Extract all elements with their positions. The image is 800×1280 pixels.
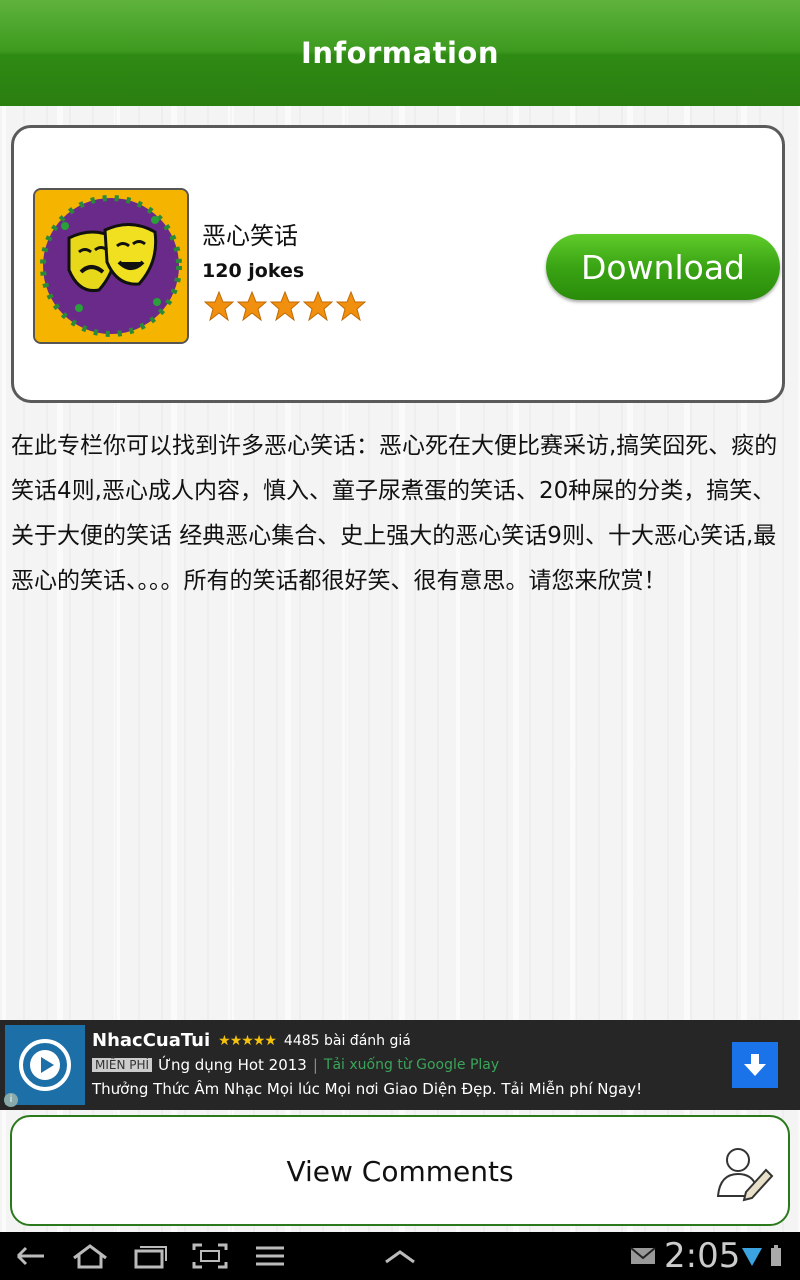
ad-app-name: NhacCuaTui [92,1030,211,1051]
ad-banner[interactable]: i NhacCuaTui ★★★★★ 4485 bài đánh giá MIỄ… [0,1020,800,1110]
home-icon[interactable] [70,1242,110,1270]
app-description: 在此专栏你可以找到许多恶心笑话：恶心死在大便比赛采访,搞笑囧死、痰的笑话4则,恶… [11,433,778,594]
back-icon[interactable] [12,1242,52,1270]
chevron-up-icon[interactable] [380,1242,420,1270]
ad-rating-count: 4485 bài đánh giá [283,1032,411,1049]
ad-free-badge: MIỄN PHÍ [92,1058,153,1072]
page-title: Information [301,36,499,70]
recents-icon[interactable] [130,1242,170,1270]
star-icon [204,291,234,321]
ad-download-icon[interactable] [732,1042,778,1088]
ad-store-text: Tải xuống từ Google Play [323,1057,500,1073]
app-card: 恶心笑话 120 jokes Download [11,125,785,403]
status-clock: 2:05 [664,1236,741,1276]
joke-count: 120 jokes [202,260,305,282]
battery-icon [771,1245,781,1266]
view-comments-label: View Comments [286,1155,514,1188]
ad-body: Thưởng Thức Âm Nhạc Mọi lúc Mọi nơi Giao… [92,1080,643,1098]
ad-rating-stars: ★★★★★ [218,1032,277,1049]
download-button[interactable]: Download [546,234,780,300]
app-name: 恶心笑话 [202,222,298,250]
ad-app-icon[interactable] [5,1025,85,1105]
star-icon [336,291,366,321]
app-icon [33,188,189,344]
wifi-icon [742,1248,762,1266]
ad-info-icon[interactable]: i [4,1093,18,1107]
menu-icon[interactable] [250,1242,290,1270]
ad-tagline: Ứng dụng Hot 2013 [158,1056,307,1074]
star-icon [270,291,300,321]
rating-stars [204,291,366,321]
view-comments-button[interactable]: View Comments [10,1115,790,1226]
ad-separator: | [312,1056,318,1074]
user-edit-icon [716,1148,774,1202]
star-icon [237,291,267,321]
star-icon [303,291,333,321]
screenshot-icon[interactable] [190,1242,230,1270]
title-bar: Information [0,0,800,106]
gmail-icon [630,1247,656,1264]
